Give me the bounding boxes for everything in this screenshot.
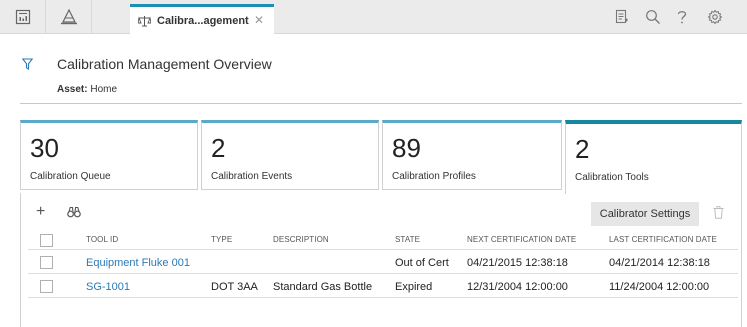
tile-label: Calibration Queue	[30, 171, 111, 182]
column-header-next-certification-date[interactable]: NEXT CERTIFICATION DATE	[467, 235, 576, 244]
header-row-divider	[28, 249, 738, 250]
tab-bar: Calibra...agement ✕	[0, 0, 747, 35]
next-certification-date: 04/21/2015 12:38:18	[467, 257, 568, 269]
last-certification-date: 11/24/2004 12:00:00	[609, 281, 710, 293]
row-divider	[28, 297, 738, 298]
tool-id-link[interactable]: SG-1001	[86, 281, 130, 293]
report-icon	[615, 9, 628, 24]
header-divider	[20, 103, 742, 104]
find-button[interactable]	[67, 205, 81, 223]
last-certification-date: 04/21/2014 12:38:18	[609, 257, 710, 269]
trash-icon	[713, 206, 724, 219]
column-header-state[interactable]: STATE	[395, 235, 420, 244]
tool-state: Out of Cert	[395, 257, 449, 269]
search-icon	[646, 10, 660, 24]
tile-label: Calibration Profiles	[392, 171, 476, 182]
settings-icon	[707, 9, 723, 25]
tile-value: 30	[30, 133, 59, 163]
tile-calibration-queue[interactable]: 30 Calibration Queue	[20, 120, 198, 190]
tile-calibration-tools[interactable]: 2 Calibration Tools	[565, 120, 742, 194]
tab-label: Calibra...agement	[157, 15, 249, 27]
tile-value: 89	[392, 133, 421, 163]
delete-button[interactable]	[713, 206, 724, 224]
column-header-type[interactable]: TYPE	[211, 235, 232, 244]
dashboard-icon	[15, 9, 30, 25]
tab-calibration-management[interactable]: Calibra...agement ✕	[130, 4, 274, 35]
row-divider	[28, 273, 738, 274]
search-button[interactable]	[641, 0, 665, 34]
tool-state: Expired	[395, 281, 433, 293]
tile-calibration-events[interactable]: 2 Calibration Events	[201, 120, 379, 190]
filter-icon	[21, 58, 34, 70]
asset-context: Asset: Home	[57, 84, 117, 95]
tile-calibration-profiles[interactable]: 89 Calibration Profiles	[382, 120, 562, 190]
tile-value: 2	[211, 133, 226, 163]
filter-button[interactable]	[21, 57, 34, 75]
binoculars-icon	[67, 206, 81, 218]
help-icon	[677, 11, 687, 24]
calibration-icon	[138, 16, 151, 27]
add-icon[interactable]: +	[36, 203, 45, 221]
next-certification-date: 12/31/2004 12:00:00	[467, 281, 568, 293]
column-header-last-certification-date[interactable]: LAST CERTIFICATION DATE	[609, 235, 717, 244]
select-all-checkbox[interactable]	[40, 234, 53, 247]
column-header-tool-id[interactable]: TOOL ID	[86, 235, 118, 244]
calibrator-settings-button[interactable]: Calibrator Settings	[591, 202, 699, 226]
tile-label: Calibration Events	[211, 171, 293, 182]
row-checkbox[interactable]	[40, 256, 53, 269]
tile-value: 2	[575, 134, 590, 164]
report-button[interactable]	[610, 0, 634, 34]
tab-dashboard[interactable]	[0, 0, 46, 34]
close-icon[interactable]: ✕	[254, 13, 264, 27]
column-header-description[interactable]: DESCRIPTION	[273, 235, 329, 244]
tool-type: DOT 3AA	[211, 281, 258, 293]
asset-value: Home	[90, 84, 118, 95]
asset-hierarchy-icon	[60, 9, 77, 25]
tool-description: Standard Gas Bottle	[273, 281, 373, 293]
tile-label: Calibration Tools	[575, 172, 649, 183]
help-button[interactable]	[670, 0, 694, 34]
asset-label: Asset:	[57, 84, 88, 95]
page-title: Calibration Management Overview	[57, 56, 272, 72]
tool-id-link[interactable]: Equipment Fluke 001	[86, 257, 190, 269]
row-checkbox[interactable]	[40, 280, 53, 293]
tab-asset-hierarchy[interactable]	[46, 0, 92, 34]
settings-button[interactable]	[703, 0, 727, 34]
